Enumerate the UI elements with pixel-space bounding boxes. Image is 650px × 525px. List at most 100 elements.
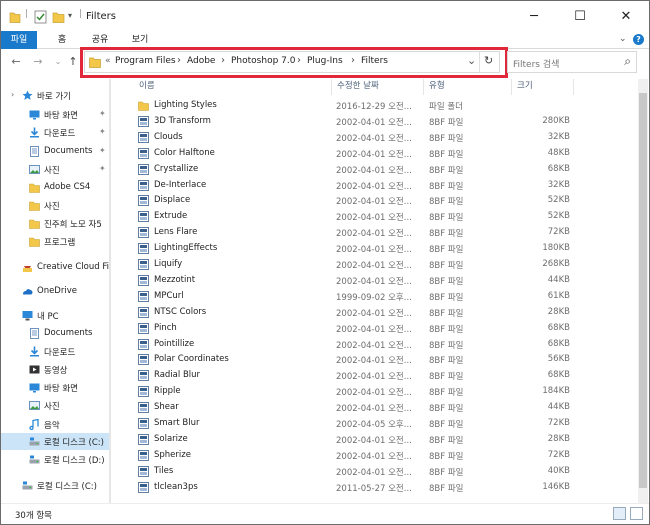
search-icon[interactable]: ⌕ [624, 54, 631, 69]
file-row[interactable]: Solarize 2002-04-01 오전... 8BF 파일 28KB [134, 432, 574, 448]
pin-icon[interactable]: ✦ [99, 127, 106, 136]
back-arrow-icon[interactable]: ← [9, 55, 23, 69]
file-row[interactable]: Lighting Styles 2016-12-29 오전... 파일 폴더 [134, 98, 574, 114]
sidebar-item[interactable]: 동영상 [1, 361, 109, 378]
scrollbar-thumb[interactable] [639, 93, 647, 488]
close-icon: ✕ [620, 8, 632, 24]
file-row[interactable]: Ripple 2002-04-01 오전... 8BF 파일 184KB [134, 384, 574, 400]
plugin-icon [138, 211, 149, 223]
file-size: 48KB [547, 147, 570, 158]
sidebar-item[interactable]: 사진 [1, 197, 109, 214]
sidebar-item[interactable]: 바탕 화면 [1, 379, 109, 396]
details-view-icon[interactable] [613, 507, 626, 520]
file-row[interactable]: Spherize 2002-04-01 오전... 8BF 파일 72KB [134, 448, 574, 464]
sidebar-item[interactable]: › 바로 가기 [1, 87, 109, 104]
file-row[interactable]: Clouds 2002-04-01 오전... 8BF 파일 32KB [134, 130, 574, 146]
file-row[interactable]: Polar Coordinates 2002-04-01 오전... 8BF 파일 5… [134, 352, 574, 368]
minimize-button[interactable]: ─ [511, 1, 557, 31]
sidebar-item[interactable]: OneDrive [1, 283, 109, 300]
file-type: 8BF 파일 [429, 292, 464, 303]
column-divider[interactable] [573, 79, 574, 95]
tab-file[interactable]: 파일 [1, 31, 37, 49]
sidebar-item-label: Documents [44, 146, 93, 156]
plugin-icon [138, 259, 149, 270]
sidebar-item[interactable]: Documents ✦ [1, 143, 109, 160]
help-icon[interactable]: ? [633, 34, 644, 45]
plugin-icon [138, 306, 149, 318]
file-row[interactable]: Crystallize 2002-04-01 오전... 8BF 파일 68KB [134, 162, 574, 178]
sidebar-item[interactable]: 음악 [1, 416, 109, 433]
sidebar-item[interactable]: 사진 ✦ [1, 161, 109, 178]
file-row[interactable]: Lens Flare 2002-04-01 오전... 8BF 파일 72KB [134, 225, 574, 241]
column-header-date[interactable]: 수정한 날짜 [337, 79, 379, 95]
file-row[interactable]: Color Halftone 2002-04-01 오전... 8BF 파일 48KB [134, 146, 574, 162]
up-arrow-icon[interactable]: ↑ [66, 55, 80, 69]
plugin-icon [138, 274, 149, 286]
recent-locations-icon[interactable]: ⌄ [51, 55, 65, 69]
column-header-size[interactable]: 크기 [517, 79, 533, 95]
file-date: 2002-04-01 오전... [336, 229, 412, 240]
sidebar-item[interactable]: Adobe CS4 [1, 179, 109, 196]
plugin-icon [138, 354, 149, 366]
search-input[interactable]: Filters 검색 [513, 57, 559, 70]
sidebar-item[interactable]: Creative Cloud Fi [1, 259, 109, 276]
sidebar-item[interactable]: 바탕 화면 ✦ [1, 106, 109, 123]
file-type: 8BF 파일 [429, 435, 464, 446]
drive-icon [29, 455, 40, 464]
file-row[interactable]: Mezzotint 2002-04-01 오전... 8BF 파일 44KB [134, 273, 574, 289]
file-row[interactable]: Shear 2002-04-01 오전... 8BF 파일 44KB [134, 400, 574, 416]
forward-arrow-icon[interactable]: → [31, 55, 45, 69]
pin-icon[interactable]: ✦ [99, 109, 106, 118]
new-folder-icon[interactable] [52, 10, 65, 24]
customize-toolbar-icon[interactable]: ▾ [68, 11, 72, 25]
sidebar-item[interactable]: 진주희 노모 자5 [1, 215, 109, 232]
file-row[interactable]: Tiles 2002-04-01 오전... 8BF 파일 40KB [134, 464, 574, 480]
file-row[interactable]: Displace 2002-04-01 오전... 8BF 파일 52KB [134, 193, 574, 209]
file-row[interactable]: Pointillize 2002-04-01 오전... 8BF 파일 68KB [134, 337, 574, 353]
column-divider[interactable] [511, 79, 512, 95]
pictures-icon [29, 401, 40, 410]
large-icons-view-icon[interactable] [630, 507, 643, 520]
maximize-button[interactable]: ☐ [557, 1, 603, 31]
file-size: 56KB [547, 354, 570, 365]
tab-home[interactable]: 홈 [49, 31, 75, 49]
sidebar-item[interactable]: 내 PC [1, 307, 109, 324]
desktop-icon [29, 383, 40, 393]
expand-ribbon-icon[interactable]: ⌄ [619, 34, 627, 44]
documents-icon [30, 146, 39, 157]
creative-cloud-icon [23, 266, 32, 272]
sidebar-item[interactable]: 로컬 디스크 (C:) [1, 477, 109, 494]
sidebar-item[interactable]: 다운로드 ✦ [1, 124, 109, 141]
file-row[interactable]: Liquify 2002-04-01 오전... 8BF 파일 268KB [134, 257, 574, 273]
close-button[interactable]: ✕ [603, 1, 649, 31]
file-row[interactable]: NTSC Colors 2002-04-01 오전... 8BF 파일 28KB [134, 305, 574, 321]
column-header-name[interactable]: 이름 [139, 79, 155, 95]
file-size: 32KB [547, 131, 570, 142]
sidebar-item-label: Creative Cloud Fi [37, 262, 109, 272]
sidebar-item[interactable]: 로컬 디스크 (D:) [1, 451, 109, 468]
file-row[interactable]: MPCurl 1999-09-02 오후... 8BF 파일 61KB [134, 289, 574, 305]
file-row[interactable]: 3D Transform 2002-04-01 오전... 8BF 파일 280KB [134, 114, 574, 130]
chevron-right-icon[interactable]: › [11, 90, 14, 99]
file-row[interactable]: LightingEffects 2002-04-01 오전... 8BF 파일 180… [134, 241, 574, 257]
file-row[interactable]: Extrude 2002-04-01 오전... 8BF 파일 52KB [134, 209, 574, 225]
column-divider[interactable] [423, 79, 424, 95]
properties-icon[interactable] [34, 10, 47, 24]
pin-icon[interactable]: ✦ [99, 146, 106, 155]
column-header-type[interactable]: 유형 [429, 79, 445, 95]
sidebar-item[interactable]: Documents [1, 325, 109, 342]
sidebar-scrollbar[interactable] [109, 79, 111, 503]
column-divider[interactable] [331, 79, 332, 95]
file-row[interactable]: Radial Blur 2002-04-01 오전... 8BF 파일 68KB [134, 368, 574, 384]
sidebar-item[interactable]: 다운로드 [1, 343, 109, 360]
file-row[interactable]: Smart Blur 2002-04-05 오후... 8BF 파일 72KB [134, 416, 574, 432]
file-row[interactable]: tlclean3ps 2011-05-27 오전... 8BF 파일 146KB [134, 480, 574, 496]
sidebar-item-label: 로컬 디스크 (C:) [37, 482, 97, 492]
pin-icon[interactable]: ✦ [99, 164, 106, 173]
file-row[interactable]: Pinch 2002-04-01 오전... 8BF 파일 68KB [134, 321, 574, 337]
file-row[interactable]: De-Interlace 2002-04-01 오전... 8BF 파일 32KB [134, 178, 574, 194]
search-box[interactable]: Filters 검색 ⌕ [507, 51, 637, 73]
sidebar-item[interactable]: 프로그램 [1, 233, 109, 250]
sidebar-item[interactable]: 로컬 디스크 (C:) [1, 433, 109, 450]
sidebar-item[interactable]: 사진 [1, 397, 109, 414]
